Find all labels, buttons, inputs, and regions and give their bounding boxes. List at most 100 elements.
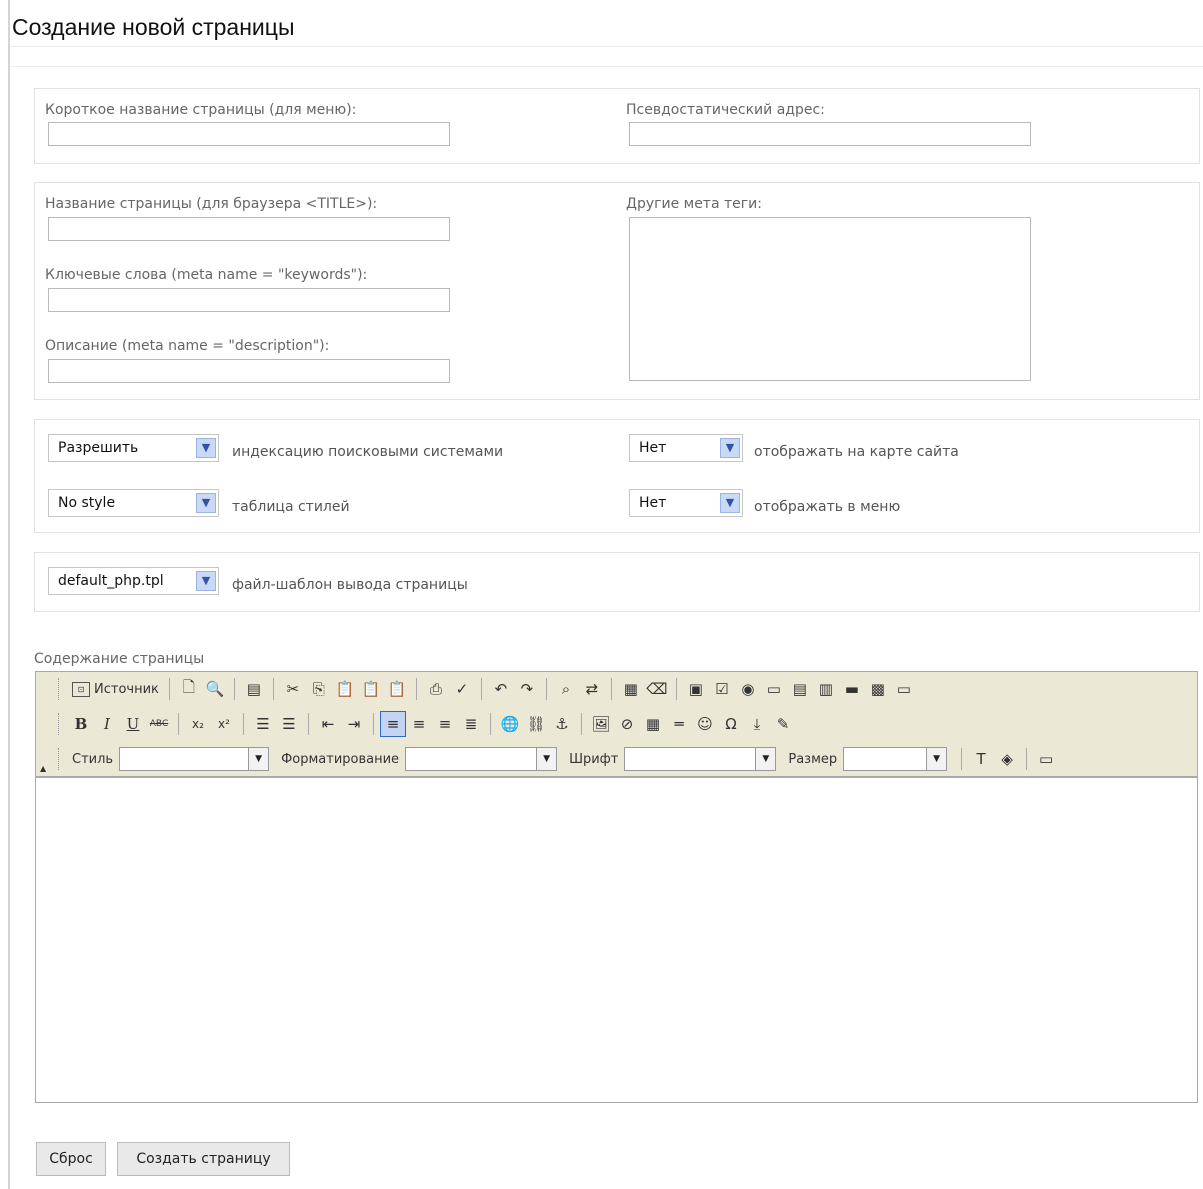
strikethrough-icon[interactable]: ABC — [146, 711, 172, 737]
align-right-icon[interactable]: ≡ — [432, 711, 458, 737]
page-title: Создание новой страницы — [12, 14, 295, 40]
cut-icon[interactable]: ✂ — [280, 676, 306, 702]
indexing-select[interactable]: Разрешить ▼ — [48, 434, 219, 462]
anchor-icon[interactable]: ⚓ — [549, 711, 575, 737]
short-name-input[interactable] — [48, 122, 450, 146]
outdent-icon[interactable]: ⇤ — [315, 711, 341, 737]
text-color-icon[interactable]: T — [968, 746, 994, 772]
font-combo[interactable]: ▼ — [624, 747, 777, 771]
pseudo-url-input[interactable] — [629, 122, 1031, 146]
flash-icon[interactable]: ⊘ — [614, 711, 640, 737]
align-justify-icon[interactable]: ≣ — [458, 711, 484, 737]
template-panel: default_php.tpl ▼ файл-шаблон вывода стр… — [34, 552, 1200, 612]
paste-word-icon[interactable]: 📋 — [384, 676, 410, 702]
toolbar-separator — [233, 678, 235, 700]
chevron-down-icon: ▼ — [720, 438, 740, 458]
highlight-icon[interactable]: ✎ — [770, 711, 796, 737]
indexing-select-value: Разрешить — [58, 440, 139, 456]
page-title-input[interactable] — [48, 217, 450, 241]
style-combo[interactable]: ▼ — [119, 747, 270, 771]
find-icon[interactable]: ⌕ — [553, 676, 579, 702]
underline-icon[interactable]: U — [120, 711, 146, 737]
text-field-icon[interactable]: ▭ — [761, 676, 787, 702]
numbered-list-icon[interactable]: ☰ — [250, 711, 276, 737]
editor-content-area[interactable] — [36, 778, 1197, 1102]
preview-icon[interactable]: 🔍 — [202, 676, 228, 702]
format-combo[interactable]: ▼ — [405, 747, 558, 771]
form-icon[interactable]: ▣ — [683, 676, 709, 702]
horizontal-rule-icon[interactable]: ═ — [666, 711, 692, 737]
button-field-icon[interactable]: ▬ — [839, 676, 865, 702]
bold-icon[interactable]: B — [68, 711, 94, 737]
style-label: Стиль — [72, 751, 114, 767]
collapse-toolbar-icon[interactable]: ▲ — [40, 764, 46, 773]
templates-icon[interactable]: ▤ — [241, 676, 267, 702]
hidden-field-icon[interactable]: ▭ — [891, 676, 917, 702]
keywords-input[interactable] — [48, 288, 450, 312]
print-icon[interactable]: ⎙ — [423, 676, 449, 702]
align-center-icon[interactable]: ≡ — [406, 711, 432, 737]
spellcheck-icon[interactable]: ✓ — [449, 676, 475, 702]
copy-icon[interactable]: ⎘ — [306, 676, 332, 702]
toolbar-separator — [480, 678, 482, 700]
link-icon[interactable]: 🌐 — [497, 711, 523, 737]
toolbar-separator — [1026, 748, 1028, 770]
source-icon: ⊡ — [72, 681, 90, 697]
toolbar-separator — [373, 713, 374, 735]
template-select-value: default_php.tpl — [58, 573, 164, 589]
paste-icon[interactable]: 📋 — [332, 676, 358, 702]
subscript-icon[interactable]: x₂ — [185, 711, 211, 737]
checkbox-icon[interactable]: ☑ — [709, 676, 735, 702]
align-left-icon[interactable]: ≡ — [380, 711, 406, 737]
select-all-icon[interactable]: ▦ — [618, 676, 644, 702]
redo-icon[interactable]: ↷ — [514, 676, 540, 702]
template-select[interactable]: default_php.tpl ▼ — [48, 567, 219, 595]
paste-text-icon[interactable]: 📋 — [358, 676, 384, 702]
source-button[interactable]: ⊡ Источник — [68, 676, 163, 702]
table-icon[interactable]: ▦ — [640, 711, 666, 737]
create-page-button[interactable]: Создать страницу — [117, 1142, 290, 1176]
reset-button[interactable]: Сброс — [36, 1142, 106, 1176]
size-combo[interactable]: ▼ — [843, 747, 948, 771]
remove-format-icon[interactable]: ⌫ — [644, 676, 670, 702]
chevron-down-icon: ▼ — [536, 748, 557, 770]
select-field-icon[interactable]: ▥ — [813, 676, 839, 702]
description-input[interactable] — [48, 359, 450, 383]
italic-icon[interactable]: I — [94, 711, 120, 737]
new-page-icon[interactable]: 🗋 — [176, 676, 202, 702]
maximize-icon[interactable]: ▭ — [1033, 746, 1059, 772]
undo-icon[interactable]: ↶ — [488, 676, 514, 702]
short-name-label: Короткое название страницы (для меню): — [45, 102, 357, 118]
toolbar-separator — [308, 713, 309, 735]
toolbar-row-2: B I U ABC x₂ x² ☰ ☰ ⇤ ⇥ ≡ ≡ ≡ ≣ 🌐 ⛓ ⚓ 🖼 … — [58, 709, 796, 739]
size-label: Размер — [788, 751, 838, 767]
short-name-panel: Короткое название страницы (для меню): П… — [34, 88, 1200, 164]
toolbar-grip — [58, 678, 62, 700]
chevron-down-icon: ▼ — [196, 571, 216, 591]
unlink-icon[interactable]: ⛓ — [523, 711, 549, 737]
textarea-icon[interactable]: ▤ — [787, 676, 813, 702]
bulleted-list-icon[interactable]: ☰ — [276, 711, 302, 737]
superscript-icon[interactable]: x² — [211, 711, 237, 737]
stylesheet-select[interactable]: No style ▼ — [48, 489, 219, 517]
meta-tags-textarea[interactable] — [629, 217, 1031, 381]
toolbar-row-1: ⊡ Источник 🗋 🔍 ▤ ✂ ⎘ 📋 📋 📋 ⎙ ✓ ↶ ↷ ⌕ ⇄ ▦ — [58, 674, 917, 704]
radio-icon[interactable]: ◉ — [735, 676, 761, 702]
chevron-down-icon: ▼ — [926, 748, 947, 770]
chevron-down-icon: ▼ — [196, 493, 216, 513]
image-icon[interactable]: 🖼 — [588, 711, 614, 737]
title-divider-2 — [10, 66, 1203, 67]
toolbar-separator — [581, 713, 582, 735]
background-color-icon[interactable]: ◈ — [994, 746, 1020, 772]
replace-icon[interactable]: ⇄ — [579, 676, 605, 702]
menu-select[interactable]: Нет ▼ — [629, 489, 743, 517]
special-char-icon[interactable]: Ω — [718, 711, 744, 737]
toolbar-grip — [58, 748, 62, 770]
page-break-icon[interactable]: ⤓ — [744, 711, 770, 737]
format-label: Форматирование — [281, 751, 400, 767]
sitemap-select-value: Нет — [639, 440, 667, 456]
smiley-icon[interactable]: ☺ — [692, 711, 718, 737]
indent-icon[interactable]: ⇥ — [341, 711, 367, 737]
image-button-icon[interactable]: ▩ — [865, 676, 891, 702]
sitemap-select[interactable]: Нет ▼ — [629, 434, 743, 462]
